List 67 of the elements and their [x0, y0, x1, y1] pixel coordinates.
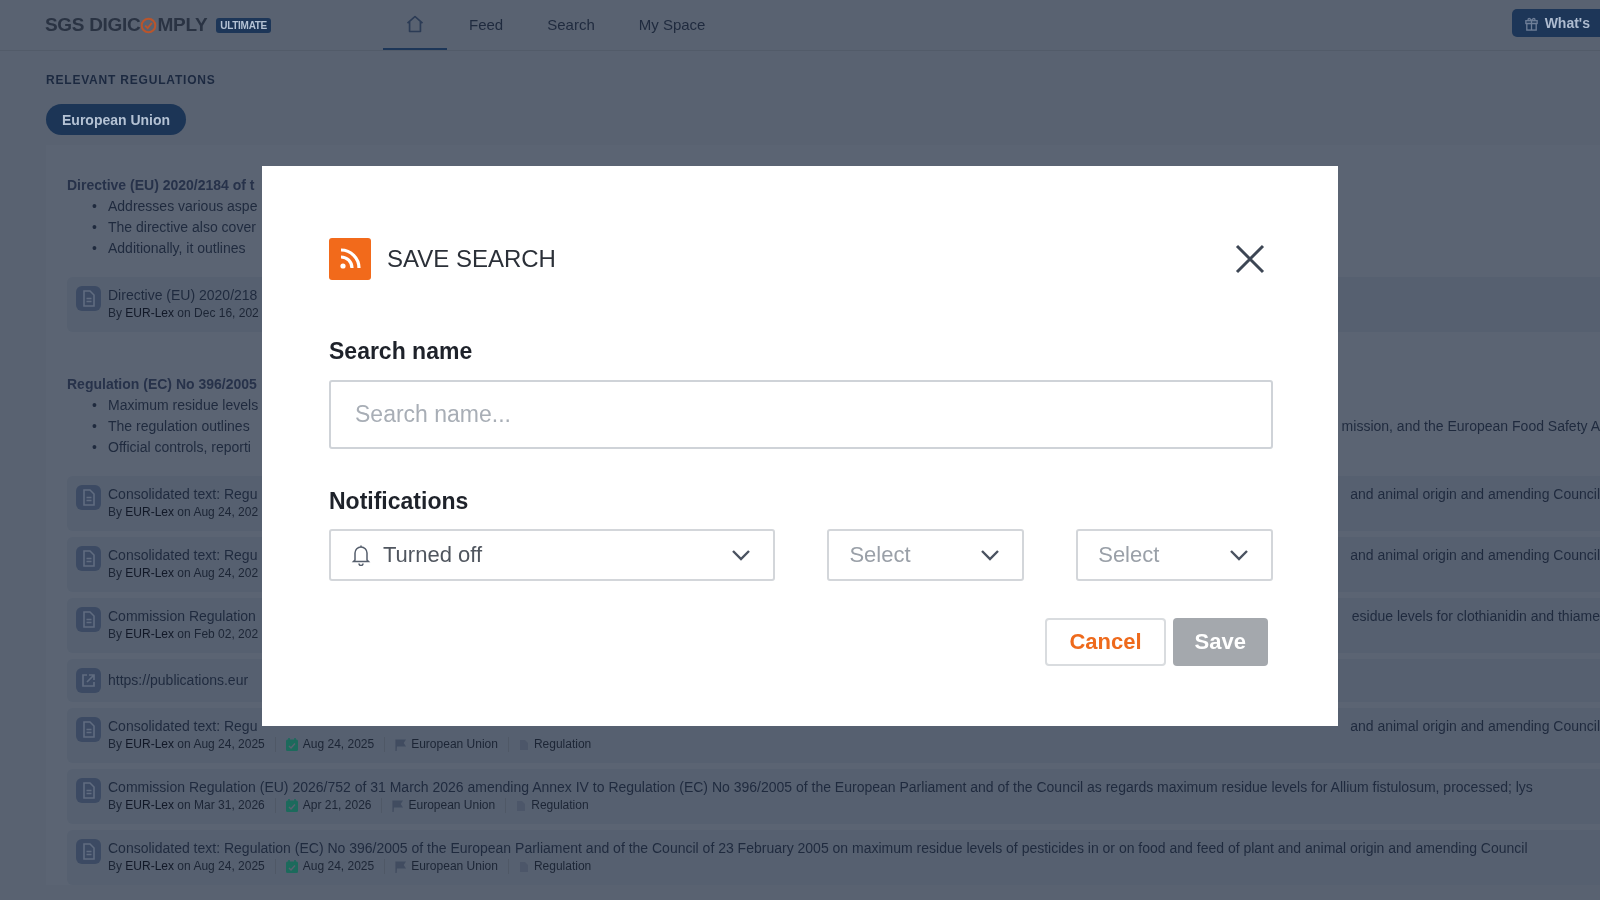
bullet-marker: •: [92, 396, 98, 415]
bullet-marker: •: [92, 438, 98, 457]
summary-point: Maximum residue levels: [108, 397, 259, 413]
document-type: Regulation: [533, 736, 592, 753]
document-icon: [76, 607, 101, 632]
cancel-button[interactable]: Cancel: [1045, 618, 1166, 666]
section-heading: RELEVANT REGULATIONS: [46, 73, 217, 87]
bullet-marker: •: [92, 239, 98, 258]
field-label: Notifications: [329, 488, 470, 515]
region-label: European Union: [411, 736, 498, 753]
bullet-marker: •: [92, 417, 98, 436]
byline: By EUR-Lex on Mar 31, 2026: [108, 797, 265, 814]
published-date: Aug 24, 2025: [302, 858, 375, 875]
nav-tab[interactable]: My Space: [616, 0, 728, 50]
summary-point: Official controls, reporti: [108, 439, 251, 455]
chevron-down-icon: [731, 549, 752, 561]
dropdown[interactable]: Select: [1076, 529, 1273, 581]
document-icon: [76, 717, 101, 742]
byline: By EUR-Lex on Aug 24, 2025: [108, 736, 265, 753]
byline: By EUR-Lex on Aug 24, 2025: [108, 858, 265, 875]
document-icon: [76, 286, 101, 311]
bullet-marker: •: [92, 197, 98, 216]
result-card[interactable]: [67, 769, 1600, 824]
dialog-title: SAVE SEARCH: [387, 245, 556, 273]
document-icon: [76, 778, 101, 803]
region-label: European Union: [408, 797, 496, 814]
published-date: Apr 21, 2026: [302, 797, 372, 814]
document-type: Regulation: [531, 797, 589, 814]
calendar-check-icon: [285, 738, 298, 751]
byline: By EUR-Lex on Aug 24, 202: [108, 504, 259, 521]
edition-badge: ULTIMATE: [216, 17, 271, 33]
chevron-down-icon: [980, 549, 1001, 561]
bell-icon: [351, 544, 371, 566]
document-type: Regulation: [533, 858, 592, 875]
region-filter-chip[interactable]: European Union: [46, 104, 187, 135]
check-circle-icon: [140, 16, 158, 34]
summary-point: The directive also cover: [108, 219, 256, 235]
document-icon: [76, 839, 101, 864]
external-link-icon: [76, 668, 101, 693]
dropdown[interactable]: Select: [827, 529, 1025, 581]
byline: By EUR-Lex on Aug 24, 202: [108, 565, 259, 582]
home-icon: [405, 14, 425, 34]
whats-new-button[interactable]: What's: [1511, 9, 1600, 37]
summary-point: The regulation outlines: [108, 418, 250, 434]
bullet-marker: •: [92, 218, 98, 237]
summary-point: mission, and the European Food Safety A: [1341, 417, 1600, 436]
region-label: European Union: [411, 858, 498, 875]
chevron-down-icon: [1229, 549, 1249, 561]
rss-icon: [329, 238, 371, 280]
field-label: Search name: [329, 338, 474, 365]
calendar-check-icon: [285, 860, 298, 873]
close-icon: [1235, 244, 1265, 274]
result-card[interactable]: [67, 830, 1600, 885]
nav-tab[interactable]: Feed: [447, 0, 526, 50]
nav-tab[interactable]: Search: [525, 0, 617, 50]
search-name-field[interactable]: Search name...: [329, 380, 1273, 449]
document-icon: [76, 485, 101, 510]
calendar-check-icon: [285, 799, 298, 812]
document-icon: [76, 546, 101, 571]
published-date: Aug 24, 2025: [302, 736, 375, 753]
byline: By EUR-Lex on Dec 16, 202: [108, 305, 259, 322]
summary-point: Addresses various aspe: [108, 198, 258, 214]
gift-icon: [1523, 15, 1539, 31]
byline: By EUR-Lex on Feb 02, 202: [108, 626, 259, 643]
summary-point: Additionally, it outlines: [108, 240, 246, 256]
dropdown[interactable]: Turned off: [329, 529, 776, 581]
close-button[interactable]: [1235, 244, 1265, 274]
